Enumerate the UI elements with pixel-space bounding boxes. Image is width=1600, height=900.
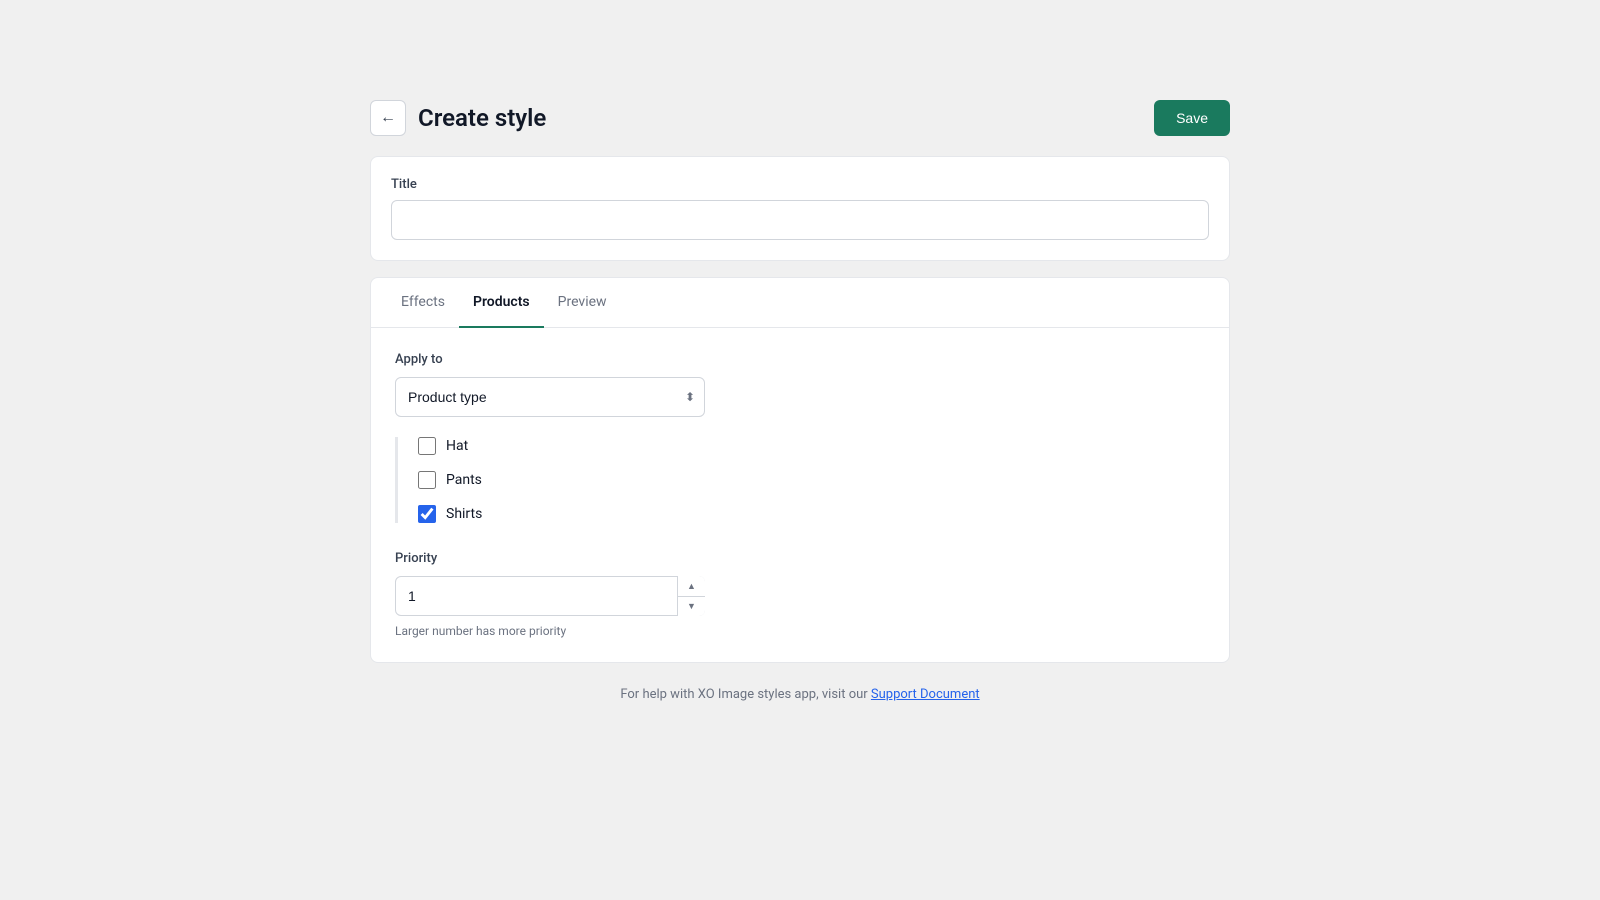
checkbox-label-hat: Hat: [446, 438, 468, 454]
back-arrow-icon: ←: [380, 109, 396, 127]
title-input[interactable]: [391, 200, 1209, 240]
products-panel: Apply to Product type All products Speci…: [371, 328, 1229, 662]
checkbox-item-pants[interactable]: Pants: [418, 471, 1205, 489]
priority-input[interactable]: [395, 576, 705, 616]
tab-preview[interactable]: Preview: [544, 278, 621, 328]
priority-input-wrapper: ▲ ▼: [395, 576, 705, 616]
apply-to-select[interactable]: Product type All products Specific produ…: [395, 377, 705, 417]
save-button[interactable]: Save: [1154, 100, 1230, 136]
page-title: Create style: [418, 104, 546, 132]
checkbox-shirts[interactable]: [418, 505, 436, 523]
footer-text-before: For help with XO Image styles app, visit…: [620, 687, 871, 702]
spinner-down-button[interactable]: ▼: [678, 597, 705, 617]
apply-to-select-wrapper: Product type All products Specific produ…: [395, 377, 705, 417]
title-card: Title: [370, 156, 1230, 261]
checkbox-hat[interactable]: [418, 437, 436, 455]
support-document-link[interactable]: Support Document: [871, 687, 980, 702]
tabs-row: Effects Products Preview: [371, 278, 1229, 328]
apply-to-label: Apply to: [395, 352, 1205, 367]
tabs-card: Effects Products Preview Apply to Produc…: [370, 277, 1230, 663]
checkbox-item-shirts[interactable]: Shirts: [418, 505, 1205, 523]
title-label: Title: [391, 177, 1209, 192]
priority-hint: Larger number has more priority: [395, 624, 1205, 638]
checkbox-pants[interactable]: [418, 471, 436, 489]
priority-label: Priority: [395, 551, 1205, 566]
spinner-up-button[interactable]: ▲: [678, 576, 705, 597]
tab-products[interactable]: Products: [459, 278, 544, 328]
header-row: ← Create style Save: [370, 100, 1230, 136]
footer: For help with XO Image styles app, visit…: [370, 687, 1230, 702]
checkbox-list: Hat Pants Shirts: [395, 437, 1205, 523]
header-left: ← Create style: [370, 100, 546, 136]
checkbox-item-hat[interactable]: Hat: [418, 437, 1205, 455]
tab-effects[interactable]: Effects: [387, 278, 459, 328]
checkbox-label-shirts: Shirts: [446, 506, 482, 522]
checkbox-label-pants: Pants: [446, 472, 482, 488]
spinner-buttons: ▲ ▼: [677, 576, 705, 616]
back-button[interactable]: ←: [370, 100, 406, 136]
